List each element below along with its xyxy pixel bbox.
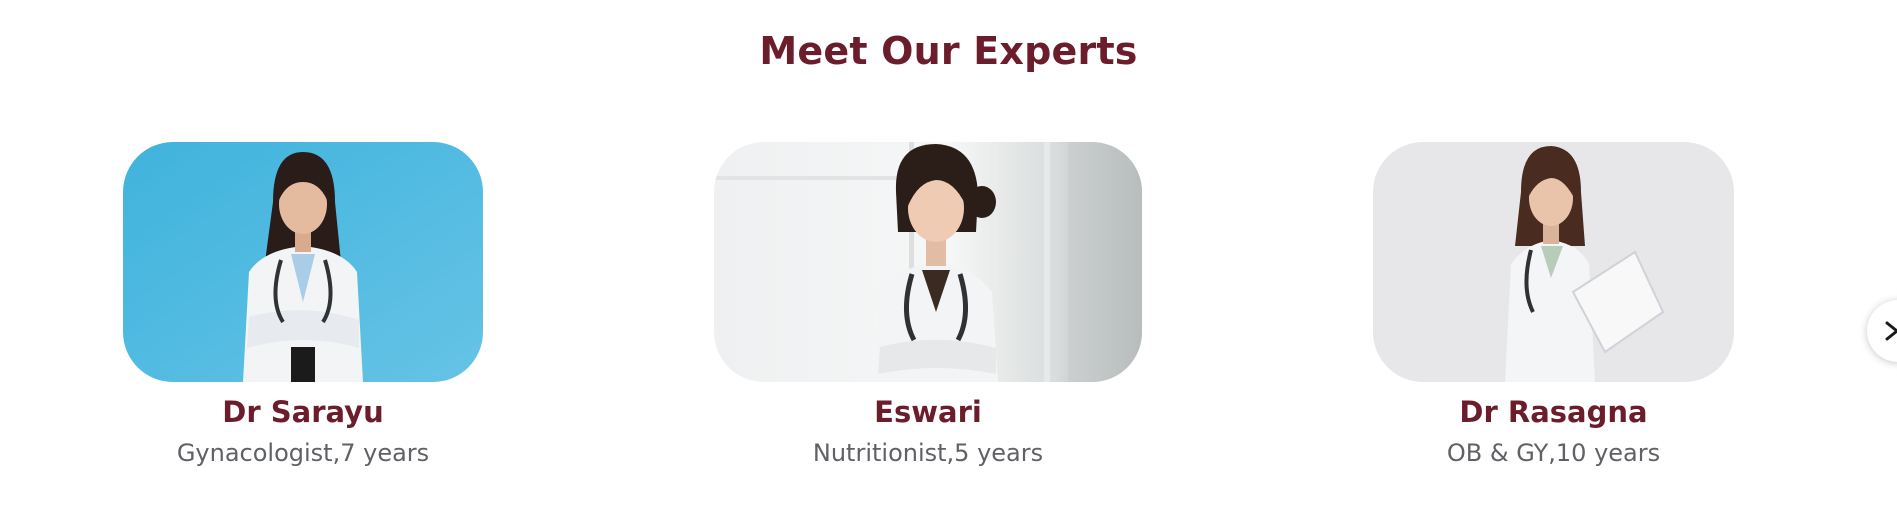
expert-card-sarayu[interactable]: Dr Sarayu Gynacologist,7 years	[123, 142, 483, 469]
expert-photo	[1373, 142, 1734, 382]
expert-photo	[123, 142, 483, 382]
chevron-right-icon	[1885, 321, 1897, 341]
expert-role: OB & GY,10 years	[1446, 439, 1661, 467]
expert-card-eswari[interactable]: Eswari Nutritionist,5 years	[714, 142, 1142, 469]
expert-role: Gynacologist,7 years	[176, 439, 430, 467]
expert-photo	[714, 142, 1142, 382]
section-title: Meet Our Experts	[759, 29, 1138, 73]
expert-role: Nutritionist,5 years	[812, 439, 1044, 467]
carousel-next-button[interactable]	[1867, 300, 1897, 362]
expert-name: Eswari	[874, 395, 982, 429]
expert-name: Dr Sarayu	[222, 395, 384, 429]
expert-name: Dr Rasagna	[1459, 395, 1648, 429]
expert-card-rasagna[interactable]: Dr Rasagna OB & GY,10 years	[1373, 142, 1734, 469]
